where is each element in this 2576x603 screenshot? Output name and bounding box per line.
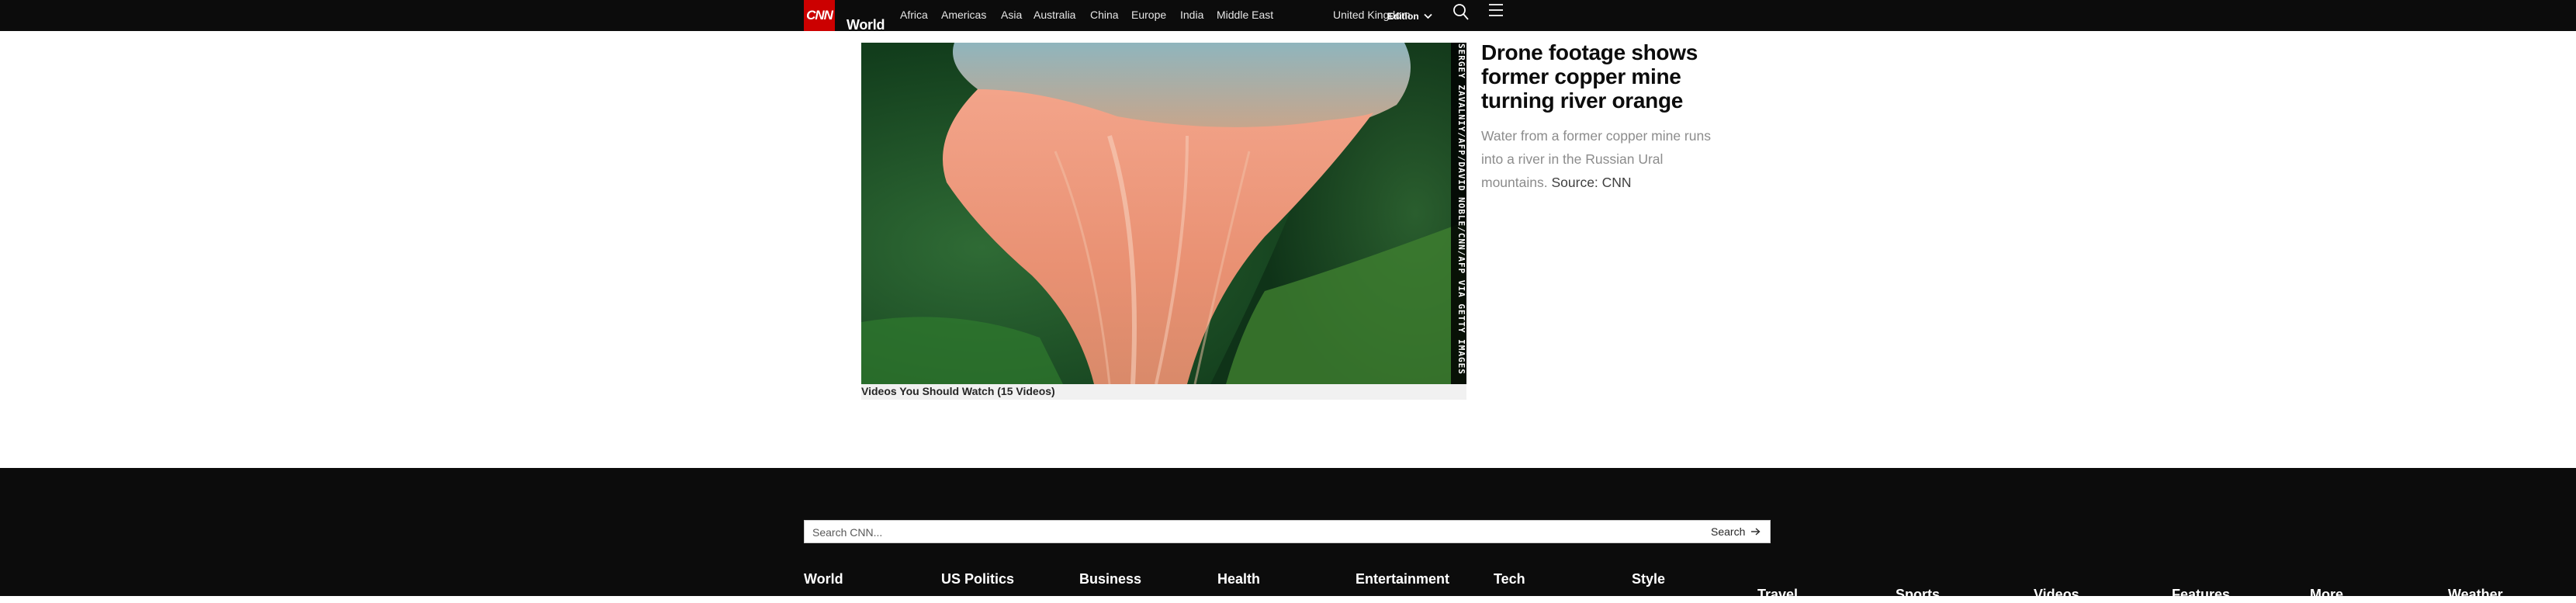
footer-link-weather[interactable]: Weather: [2448, 587, 2503, 603]
footer-link-world[interactable]: World: [804, 571, 843, 587]
footer-search-button[interactable]: Search: [1705, 522, 1767, 541]
search-button-label: Search: [1711, 525, 1746, 538]
footer-link-us-politics[interactable]: US Politics: [941, 571, 1014, 587]
cnn-logo[interactable]: CNN: [804, 0, 835, 31]
footer-link-health[interactable]: Health: [1217, 571, 1260, 587]
video-thumbnail-drone-orange-river: [861, 43, 1466, 384]
video-player[interactable]: [861, 43, 1466, 384]
source-attribution: Source: CNN: [1551, 175, 1632, 190]
footer-link-travel[interactable]: Travel: [1757, 587, 1798, 603]
nav-item-china[interactable]: China: [1090, 9, 1119, 21]
footer-link-style[interactable]: Style: [1632, 571, 1665, 587]
nav-item-australia[interactable]: Australia: [1034, 9, 1075, 21]
nav-item-asia[interactable]: Asia: [1001, 9, 1022, 21]
top-navigation-bar: CNN World Africa Americas Asia Australia…: [0, 0, 2576, 33]
footer-search-input[interactable]: [811, 523, 1667, 542]
footer-search: Search: [804, 520, 1771, 543]
nav-item-middle-east[interactable]: Middle East: [1217, 9, 1273, 21]
edition-selector[interactable]: Edition: [1387, 11, 1432, 22]
edition-label: Edition: [1387, 11, 1419, 22]
section-title[interactable]: World: [847, 17, 885, 33]
search-icon[interactable]: [1452, 3, 1470, 22]
video-summary: Water from a former copper mine runs int…: [1481, 124, 1714, 194]
image-credit: SERGEY ZAVALNIY/AFP/DAVID NOBLE/CNN/AFP …: [1456, 43, 1466, 375]
nav-item-india[interactable]: India: [1180, 9, 1203, 21]
playlist-label[interactable]: Videos You Should Watch (15 Videos): [861, 385, 1055, 397]
arrow-right-icon: [1751, 528, 1761, 535]
footer-link-entertainment[interactable]: Entertainment: [1356, 571, 1449, 587]
footer-link-more[interactable]: More: [2310, 587, 2343, 603]
footer-link-videos[interactable]: Videos: [2034, 587, 2079, 603]
nav-item-europe[interactable]: Europe: [1131, 9, 1166, 21]
chevron-down-icon: [1424, 13, 1432, 19]
footer-link-business[interactable]: Business: [1079, 571, 1141, 587]
hamburger-menu-icon[interactable]: [1488, 3, 1504, 17]
footer-link-tech[interactable]: Tech: [1494, 571, 1525, 587]
footer-link-sports[interactable]: Sports: [1896, 587, 1940, 603]
footer-link-features[interactable]: Features: [2172, 587, 2230, 603]
nav-item-africa[interactable]: Africa: [900, 9, 928, 21]
video-headline: Drone footage shows former copper mine t…: [1481, 40, 1698, 113]
nav-item-americas[interactable]: Americas: [941, 9, 986, 21]
